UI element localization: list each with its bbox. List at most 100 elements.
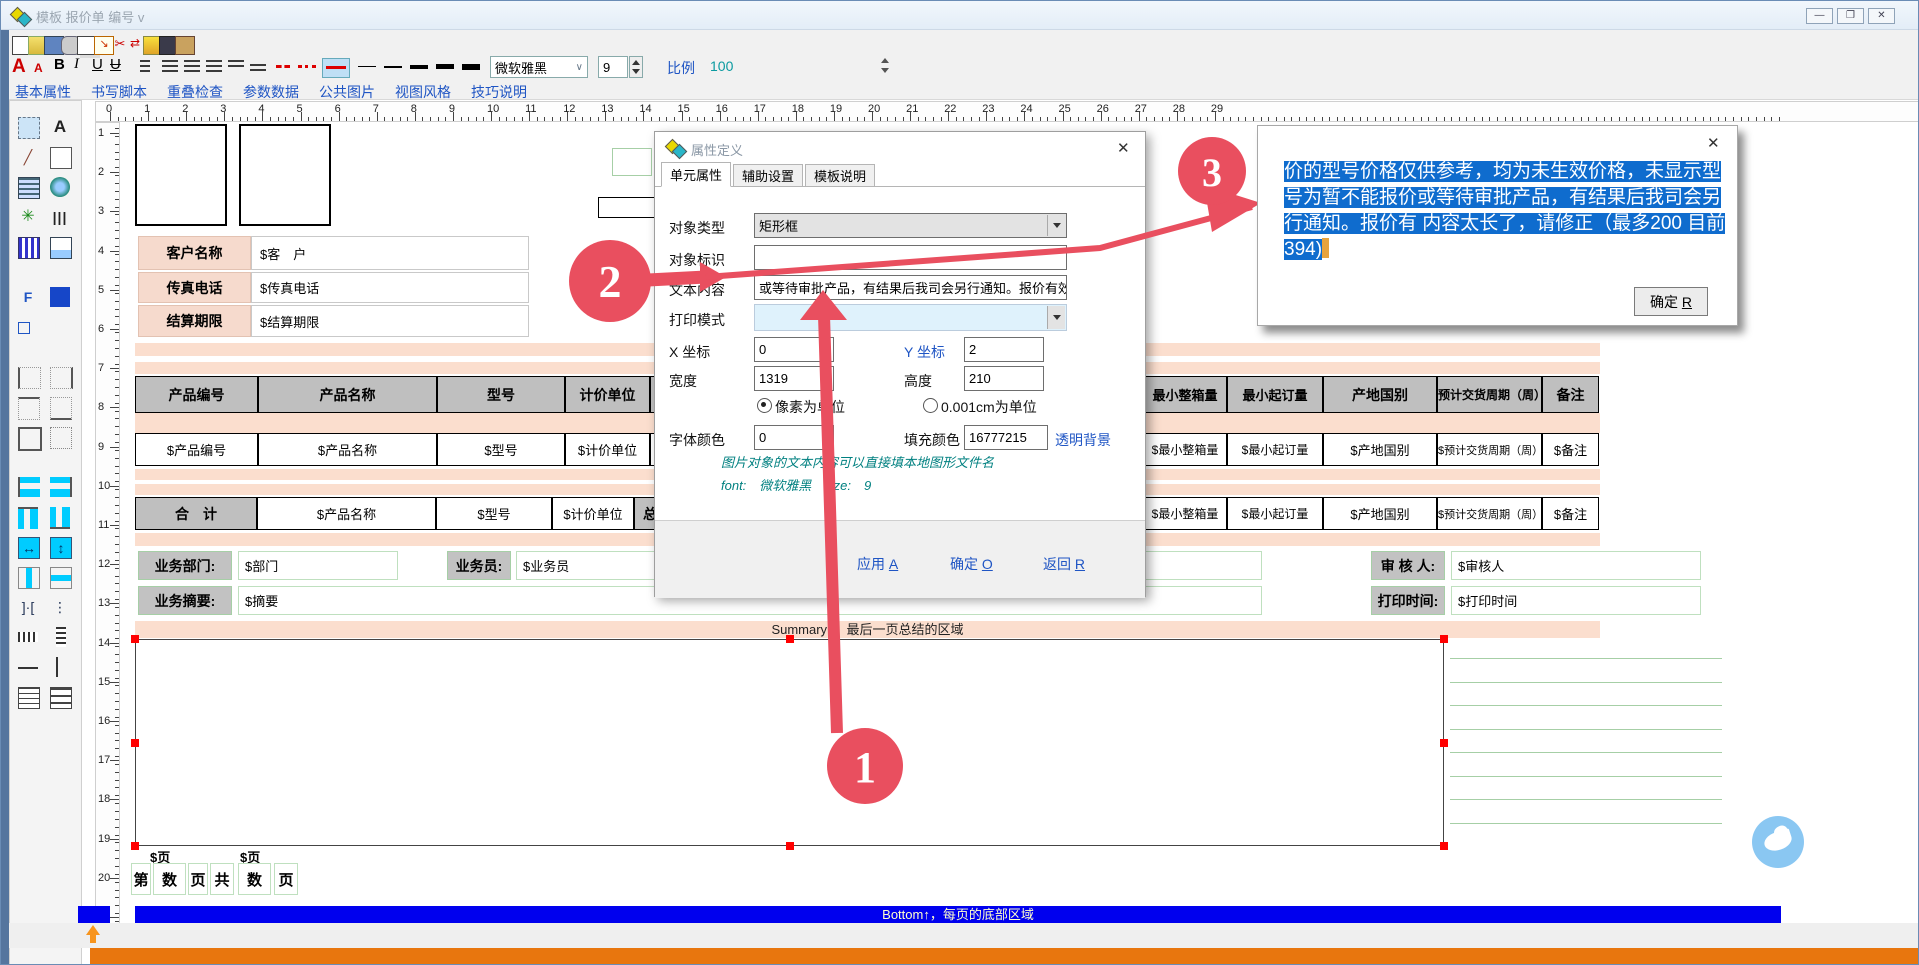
print-time-label[interactable]: 打印时间:	[1371, 586, 1445, 615]
bottom-orange-bar[interactable]	[90, 948, 1919, 965]
total-model-cell[interactable]: $型号	[436, 497, 552, 530]
center-vertical[interactable]	[50, 567, 72, 589]
scale-up-icon[interactable]	[881, 58, 889, 63]
th-product-name[interactable]: 产品名称	[258, 376, 437, 413]
total-label-cell[interactable]: 合 计	[135, 497, 257, 530]
image-tool[interactable]	[18, 237, 40, 259]
menu-shared-image[interactable]: 公共图片	[319, 82, 375, 102]
total-name-cell[interactable]: $产品名称	[257, 497, 436, 530]
selection-handle[interactable]	[131, 739, 139, 747]
page-cell[interactable]: 共	[210, 863, 234, 895]
v-line[interactable]	[56, 657, 60, 677]
height-input[interactable]: 210	[964, 366, 1044, 391]
small-green-box[interactable]	[612, 148, 652, 176]
select-tool[interactable]	[18, 117, 40, 139]
line-4px-icon[interactable]	[410, 65, 428, 69]
font-small-icon[interactable]: A	[34, 61, 43, 75]
page-cell[interactable]: 第	[131, 863, 151, 895]
font-size-input[interactable]: 9	[598, 56, 628, 78]
font-color-input[interactable]: 0	[754, 425, 834, 450]
table-grid[interactable]	[50, 687, 72, 709]
th-leadtime[interactable]: 预计交货周期（周）	[1437, 376, 1542, 413]
dialog-close-icon[interactable]: ✕	[1117, 139, 1130, 157]
page-cell[interactable]: 数	[238, 863, 271, 895]
popup-close-icon[interactable]: ✕	[1707, 134, 1720, 152]
total-min-order[interactable]: $最小起订量	[1227, 497, 1323, 530]
rect-tool[interactable]	[50, 147, 72, 169]
dialog-titlebar[interactable]: 属性定义 ✕	[655, 132, 1145, 162]
grid[interactable]	[18, 687, 40, 709]
bug-tool[interactable]: ✳	[18, 207, 38, 227]
border-solid[interactable]	[18, 427, 42, 451]
print-mode-select[interactable]	[754, 304, 1067, 331]
th-unit[interactable]: 计价单位	[565, 376, 650, 413]
th-model[interactable]: 型号	[437, 376, 565, 413]
auditor-input[interactable]: $审核人	[1451, 551, 1701, 580]
f-tool[interactable]: F	[18, 287, 38, 307]
popup-ok-button[interactable]: 确定 R	[1634, 287, 1708, 316]
align-right[interactable]	[50, 477, 72, 497]
text-tool[interactable]: A	[50, 117, 70, 137]
font-big-icon[interactable]: A	[12, 56, 26, 78]
unit-px-label[interactable]: 像素为单位	[775, 397, 845, 417]
logo-box-2[interactable]	[239, 124, 331, 226]
fill-tool[interactable]	[50, 287, 70, 307]
panel-tool[interactable]	[50, 237, 72, 259]
selection-handle[interactable]	[786, 842, 794, 850]
th-remark[interactable]: 备注	[1542, 376, 1599, 413]
total-origin[interactable]: $产地国别	[1323, 497, 1437, 530]
spinner-down-icon[interactable]	[632, 69, 640, 74]
selection-handle[interactable]	[131, 635, 139, 643]
scale-spinner[interactable]	[878, 56, 892, 78]
maximize-button[interactable]: ❐	[1837, 8, 1864, 24]
table-tool[interactable]	[18, 177, 40, 199]
salesman-label[interactable]: 业务员:	[447, 551, 511, 580]
border-bottom[interactable]	[50, 397, 72, 420]
form-value-fax[interactable]: $传真电话	[251, 272, 529, 303]
menu-tips[interactable]: 技巧说明	[471, 82, 527, 102]
summary-label[interactable]: 业务摘要:	[138, 586, 232, 615]
tab-aux-settings[interactable]: 辅助设置	[733, 164, 803, 187]
line-5px-icon[interactable]	[436, 64, 454, 69]
scale-down-icon[interactable]	[881, 68, 889, 73]
line-1px-icon[interactable]	[358, 66, 376, 67]
font-size-spinner[interactable]	[629, 56, 643, 78]
td-min-carton[interactable]: $最小整箱量	[1143, 433, 1227, 466]
total-leadtime[interactable]: $预计交货周期（周）	[1437, 497, 1542, 530]
unit-cm-label[interactable]: 0.001cm为单位	[941, 397, 1037, 417]
form-label-customer[interactable]: 客户名称	[138, 236, 251, 270]
tab-template-desc[interactable]: 模板说明	[805, 164, 875, 187]
dot-style-icon[interactable]	[298, 65, 316, 68]
fill-color-input[interactable]: 16777215	[964, 425, 1048, 450]
th-origin[interactable]: 产地国别	[1323, 376, 1437, 413]
scroll-up-arrow-icon[interactable]	[86, 925, 100, 944]
line-style-selected[interactable]	[322, 58, 350, 78]
selection-handle[interactable]	[1440, 739, 1448, 747]
align-right-icon[interactable]	[206, 60, 222, 72]
object-id-input[interactable]	[754, 245, 1067, 270]
align-bottom-icon[interactable]	[250, 64, 266, 72]
square-tool[interactable]	[18, 322, 30, 334]
menu-params[interactable]: 参数数据	[243, 82, 299, 102]
page-cell[interactable]: 数	[153, 863, 186, 895]
border-top[interactable]	[18, 397, 40, 420]
line-tool[interactable]: ╱	[18, 147, 38, 167]
bold-icon[interactable]: B	[54, 56, 65, 73]
width-input[interactable]: 1319	[754, 366, 834, 391]
td-remark[interactable]: $备注	[1542, 433, 1599, 466]
same-width[interactable]: ↔	[18, 537, 40, 559]
align-left[interactable]	[18, 477, 40, 497]
th-min-order[interactable]: 最小起订量	[1227, 376, 1323, 413]
td-origin[interactable]: $产地国别	[1323, 433, 1437, 466]
menu-overlap[interactable]: 重叠检查	[167, 82, 223, 102]
space-horizontal[interactable]: ]·[	[18, 597, 38, 617]
print-mode-arrow[interactable]	[1047, 306, 1065, 329]
spinner-up-icon[interactable]	[632, 60, 640, 65]
td-model[interactable]: $型号	[437, 433, 565, 466]
align-top[interactable]	[18, 507, 38, 529]
print-time-input[interactable]: $打印时间	[1451, 586, 1701, 615]
rows[interactable]	[56, 627, 66, 647]
th-product-code[interactable]: 产品编号	[135, 376, 258, 413]
close-button[interactable]: ✕	[1868, 8, 1895, 24]
border-left[interactable]	[18, 367, 41, 389]
